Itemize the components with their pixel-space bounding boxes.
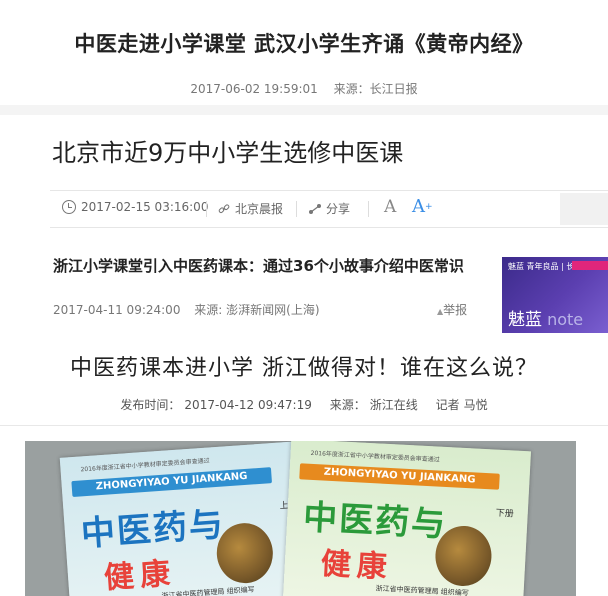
article3-datetime: 2017-04-11 09:24:00 — [53, 303, 181, 317]
article2-source-item[interactable]: 北京晨报 — [218, 200, 283, 217]
book-volume: 下册 — [495, 508, 514, 520]
report-link[interactable]: ▲举报 — [437, 301, 467, 318]
section-divider — [0, 105, 608, 115]
article3-source: 来源: 澎湃新闻网(上海) — [194, 303, 320, 317]
link-icon — [218, 203, 230, 213]
toolbar-divider — [206, 201, 207, 217]
ad-pink-strip — [572, 261, 608, 270]
toolbar-divider — [296, 201, 297, 217]
book-title: 中医药与 — [302, 497, 449, 546]
article4-meta: 发布时间： 2017-04-12 09:47:19 来源： 浙江在线 记者 马悦 — [0, 396, 608, 413]
book-title-2: 健康 — [103, 556, 178, 596]
author-label: 记者 — [435, 398, 460, 412]
article4-datetime: 2017-04-12 09:47:19 — [184, 398, 312, 412]
book-illustration — [433, 524, 493, 588]
textbook-volume-2: 2016年度浙江省中小学教材审定委员会审查通过 ZHONGYIYAO YU JI… — [282, 441, 532, 596]
book-title: 中医药与 — [79, 504, 227, 555]
article4-source-label: 来源： — [329, 398, 366, 412]
report-label: 举报 — [443, 303, 468, 317]
book-publisher: 浙江省中医药管理局 组织编写 — [375, 584, 469, 596]
book-ribbon: ZHONGYIYAO YU JIANKANG — [299, 463, 500, 490]
article2-datetime: 2017-02-15 03:16:00 — [81, 200, 209, 214]
clock-icon — [62, 200, 76, 214]
article2-toolbar: 2017-02-15 03:16:00 北京晨报 分享 A A + — [50, 190, 608, 228]
article1-datetime: 2017-06-02 19:59:01 — [190, 82, 318, 96]
article-photo: 2016年度浙江省中小学教材审定委员会审查通过 ZHONGYIYAO YU JI… — [25, 441, 576, 596]
article4-title[interactable]: 中医药课本进小学 浙江做得对！谁在这么说？ — [0, 350, 608, 382]
article3-meta: 2017-04-11 09:24:00 来源: 澎湃新闻网(上海) — [53, 301, 320, 318]
textbook-volume-1: 2016年度浙江省中小学教材审定委员会审查通过 ZHONGYIYAO YU JI… — [59, 441, 319, 596]
article1-meta: 2017-06-02 19:59:01 来源：长江日报 — [0, 80, 608, 97]
article2-source: 北京晨报 — [235, 202, 284, 216]
share-label: 分享 — [326, 202, 351, 216]
font-large-icon: A — [412, 196, 425, 217]
toolbar-placeholder — [560, 193, 608, 225]
article2-title[interactable]: 北京市近9万中小学生选修中医课 — [52, 133, 403, 168]
article1-source-label: 来源： — [333, 82, 370, 96]
article4-source[interactable]: 浙江在线 — [370, 398, 418, 412]
article1-source[interactable]: 长江日报 — [370, 82, 418, 96]
ad-brand: 魅蓝 note — [508, 310, 584, 330]
article1-title[interactable]: 中医走进小学课堂 武汉小学生齐诵《黄帝内经》 — [0, 28, 608, 58]
article4-author: 马悦 — [463, 398, 488, 412]
publish-label: 发布时间： — [120, 398, 181, 412]
article3-title[interactable]: 浙江小学课堂引入中医药课本：通过36个小故事介绍中医常识 — [53, 258, 483, 275]
share-icon — [309, 203, 321, 214]
ad-banner[interactable]: 魅蓝 青年良品 | 长续航 魅蓝 note — [502, 257, 608, 333]
font-small-icon: A — [384, 197, 397, 217]
article2-datetime-item: 2017-02-15 03:16:00 — [62, 200, 208, 214]
font-increase-button[interactable]: A + — [412, 196, 433, 217]
book-title-2: 健康 — [319, 546, 394, 586]
toolbar-divider — [368, 201, 369, 217]
divider — [0, 425, 608, 426]
share-button[interactable]: 分享 — [308, 200, 350, 217]
font-decrease-button[interactable]: A — [384, 197, 396, 217]
